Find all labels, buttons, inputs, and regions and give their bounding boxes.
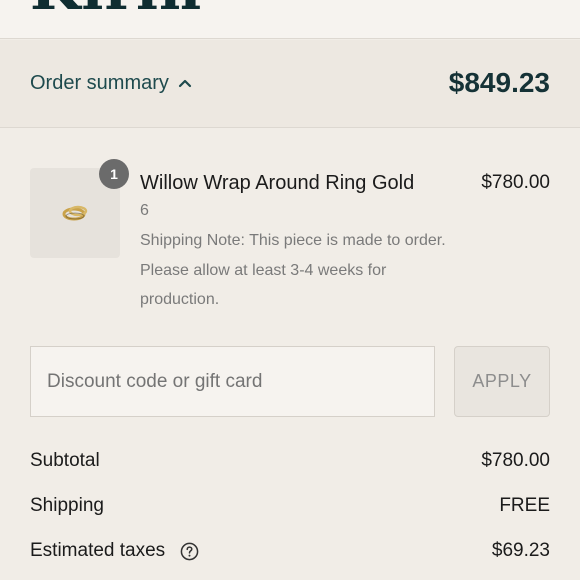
- subtotal-row: Subtotal $780.00: [30, 450, 550, 478]
- subtotal-value: $780.00: [481, 450, 550, 471]
- product-price: $780.00: [481, 172, 550, 193]
- shipping-value: FREE: [499, 495, 550, 516]
- header-bar: Kirin: [0, 0, 580, 39]
- taxes-label: Estimated taxes: [30, 540, 166, 561]
- subtotal-label: Subtotal: [30, 450, 100, 471]
- order-summary-toggle[interactable]: Order summary $849.23: [0, 40, 580, 128]
- question-circle-icon[interactable]: [180, 542, 199, 561]
- shipping-label: Shipping: [30, 495, 104, 516]
- taxes-value: $69.23: [491, 540, 550, 561]
- order-summary-label: Order summary: [30, 72, 169, 94]
- product-variant: 6: [140, 202, 149, 219]
- shipping-row: Shipping FREE: [30, 495, 550, 523]
- line-item: 1 Willow Wrap Around Ring Gold 6 Shippin…: [0, 128, 580, 328]
- quantity-badge: 1: [99, 159, 129, 189]
- chevron-up-icon: [178, 79, 192, 88]
- product-name: Willow Wrap Around Ring Gold: [140, 172, 415, 194]
- order-total: $849.23: [448, 67, 550, 98]
- brand-logo[interactable]: Kirin: [30, 0, 202, 18]
- taxes-row: Estimated taxes $69.23: [30, 540, 550, 568]
- ring-icon: [62, 205, 88, 221]
- apply-discount-button[interactable]: APPLY: [454, 346, 550, 417]
- discount-code-input[interactable]: [30, 346, 435, 417]
- shipping-note: Shipping Note: This piece is made to ord…: [140, 232, 446, 308]
